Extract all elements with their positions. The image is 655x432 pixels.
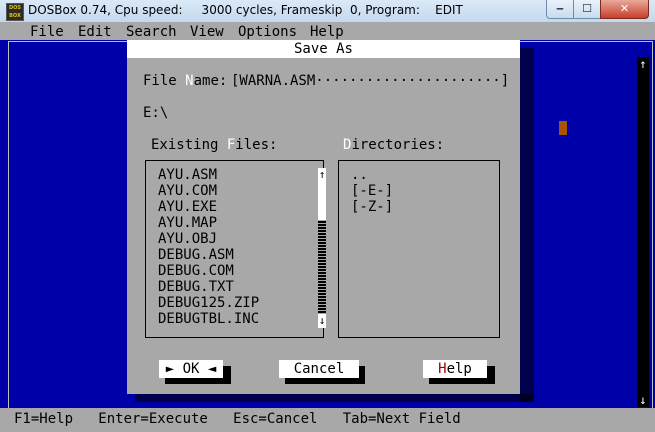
ok-button-left-marker: ► (165, 361, 175, 377)
ok-button-label: OK (182, 361, 200, 377)
file-name-label-suffix: ame: (193, 73, 228, 89)
window-caption: DOSBox 0.74, Cpu speed: 3000 cycles, Fra… (28, 3, 463, 17)
files-scroll-thumb[interactable] (318, 182, 326, 220)
list-item[interactable]: AYU.MAP (158, 215, 217, 231)
help-hotkey: H (438, 361, 447, 377)
editor-vertical-scrollbar[interactable]: ↑ ↓ (637, 57, 649, 407)
list-item[interactable]: DEBUG125.ZIP (158, 295, 259, 311)
help-button-label: elp (446, 361, 472, 377)
list-item[interactable]: DEBUG.ASM (158, 247, 234, 263)
ok-button-right-marker: ◄ (207, 361, 217, 377)
files-scrollbar[interactable]: ↑ ↓ (318, 168, 326, 328)
directories-list[interactable]: .. [-E-] [-Z-] (338, 160, 500, 338)
existing-files-label: Existing Files: (151, 137, 277, 153)
menu-view[interactable]: View (190, 24, 224, 40)
list-item[interactable]: [-Z-] (351, 199, 393, 215)
menu-help[interactable]: Help (310, 24, 344, 40)
files-scroll-up-icon[interactable]: ↑ (318, 168, 326, 182)
directories-label-suffix: irectories: (351, 137, 445, 153)
existing-files-label-suffix: iles: (235, 137, 278, 153)
existing-files-list[interactable]: AYU.ASM AYU.COM AYU.EXE AYU.MAP AYU.OBJ … (145, 160, 324, 338)
cancel-button[interactable]: Cancel (279, 360, 359, 378)
list-item[interactable]: AYU.OBJ (158, 231, 217, 247)
dosbox-app-icon[interactable]: DOS BOX (6, 3, 24, 21)
list-item[interactable]: AYU.COM (158, 183, 217, 199)
text-cursor (559, 121, 567, 135)
status-text: F1=Help Enter=Execute Esc=Cancel Tab=Nex… (14, 411, 461, 427)
file-name-input[interactable]: [WARNA.ASM······················] (231, 73, 509, 89)
scroll-up-icon[interactable]: ↑ (637, 57, 649, 71)
file-name-label: File Name: (143, 73, 227, 89)
existing-files-label-prefix: Existing (151, 137, 227, 153)
file-name-label-prefix: File (143, 73, 186, 89)
list-item[interactable]: [-E-] (351, 183, 393, 199)
list-item[interactable]: DEBUG.COM (158, 263, 234, 279)
menu-edit[interactable]: Edit (78, 24, 112, 40)
maximize-button[interactable]: ☐ (573, 0, 601, 19)
list-item[interactable]: DEBUGTBL.INC (158, 311, 259, 327)
directories-label: Directories: (343, 137, 444, 153)
scroll-down-icon[interactable]: ↓ (637, 393, 649, 407)
window-title-bar[interactable]: DOS BOX DOSBox 0.74, Cpu speed: 3000 cyc… (0, 0, 655, 23)
dosbox-icon-text: DOS BOX (8, 5, 21, 19)
menu-options[interactable]: Options (238, 24, 297, 40)
dialog-shadow-bottom (135, 394, 534, 402)
minimize-button[interactable]: ‒ (546, 0, 574, 19)
status-bar: F1=Help Enter=Execute Esc=Cancel Tab=Nex… (0, 408, 655, 432)
save-as-dialog: Save As File Name: [WARNA.ASM···········… (127, 40, 520, 394)
dialog-title-bar: Save As (127, 40, 520, 58)
menu-bar: File Edit Search View Options Help (0, 22, 655, 40)
menu-file[interactable]: File (30, 24, 64, 40)
dos-screen: File Edit Search View Options Help ↑ ↓ S… (0, 22, 655, 432)
dialog-title: Save As (293, 41, 353, 57)
files-scroll-down-icon[interactable]: ↓ (318, 314, 326, 328)
menu-search[interactable]: Search (126, 24, 177, 40)
list-item[interactable]: .. (351, 167, 368, 183)
list-item[interactable]: DEBUG.TXT (158, 279, 234, 295)
list-item[interactable]: AYU.EXE (158, 199, 217, 215)
dialog-shadow-right (520, 48, 534, 402)
close-button[interactable]: ✕ (600, 0, 649, 19)
current-path: E:\ (143, 105, 169, 121)
help-button[interactable]: Help (423, 360, 487, 378)
file-name-hotkey: N (185, 73, 194, 89)
ok-button[interactable]: ► OK ◄ (159, 360, 223, 378)
list-item[interactable]: AYU.ASM (158, 167, 217, 183)
